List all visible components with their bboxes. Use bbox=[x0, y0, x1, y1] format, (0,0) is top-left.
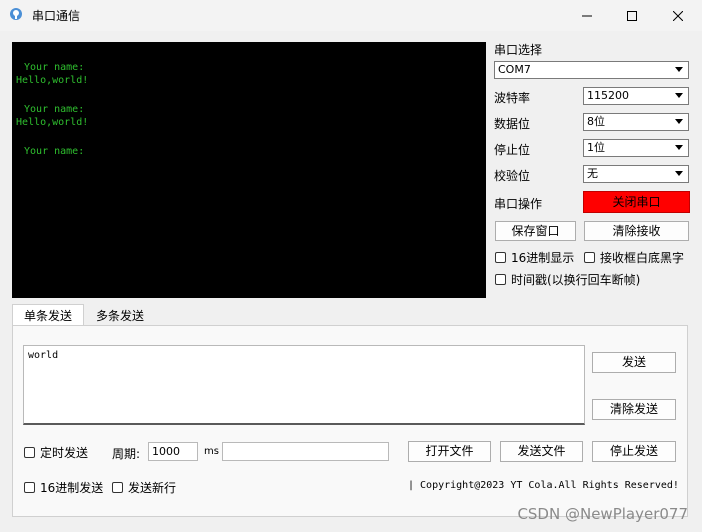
tab-single-send[interactable]: 单条发送 bbox=[12, 304, 84, 326]
send-textarea[interactable]: world bbox=[23, 345, 585, 425]
parity-label: 校验位 bbox=[494, 169, 531, 183]
period-input[interactable]: 1000 bbox=[148, 442, 198, 461]
databits-select[interactable]: 8位 bbox=[583, 113, 689, 131]
save-window-button[interactable]: 保存窗口 bbox=[495, 221, 576, 241]
clear-receive-button[interactable]: 清除接收 bbox=[584, 221, 689, 241]
app-icon bbox=[10, 8, 22, 20]
checkbox-box[interactable] bbox=[24, 447, 35, 458]
file-path-input[interactable] bbox=[222, 442, 389, 461]
terminal-line: Your name: bbox=[18, 62, 85, 73]
white-bg-label: 接收框白底黑字 bbox=[600, 251, 685, 265]
checkbox-box[interactable] bbox=[495, 274, 506, 285]
stop-send-button[interactable]: 停止发送 bbox=[592, 441, 676, 462]
parity-select-value: 无 bbox=[587, 167, 598, 180]
checkbox-box[interactable] bbox=[24, 482, 35, 493]
minimize-icon bbox=[582, 15, 592, 16]
chevron-down-icon bbox=[675, 93, 683, 98]
hex-display-label: 16进制显示 bbox=[511, 251, 575, 265]
databits-label: 数据位 bbox=[494, 117, 531, 131]
timed-send-label: 定时发送 bbox=[40, 446, 89, 460]
timestamp-checkbox[interactable]: 时间戳(以换行回车断帧) bbox=[495, 271, 640, 288]
hex-send-checkbox[interactable]: 16进制发送 bbox=[24, 479, 103, 496]
port-operation-label: 串口操作 bbox=[494, 197, 543, 211]
timestamp-label: 时间戳(以换行回车断帧) bbox=[511, 273, 641, 287]
baud-select[interactable]: 115200 bbox=[583, 87, 689, 105]
hex-display-checkbox[interactable]: 16进制显示 bbox=[495, 249, 574, 266]
send-file-button[interactable]: 发送文件 bbox=[500, 441, 583, 462]
send-newline-checkbox[interactable]: 发送新行 bbox=[112, 479, 176, 496]
chevron-down-icon bbox=[675, 67, 683, 72]
minimize-button[interactable] bbox=[564, 0, 610, 31]
checkbox-box[interactable] bbox=[495, 252, 506, 263]
close-icon bbox=[673, 10, 683, 21]
title-bar: 串口通信 bbox=[0, 0, 702, 31]
port-select-label: 串口选择 bbox=[494, 43, 543, 57]
hex-send-label: 16进制发送 bbox=[40, 481, 104, 495]
checkbox-box[interactable] bbox=[584, 252, 595, 263]
parity-select[interactable]: 无 bbox=[583, 165, 689, 183]
window-title: 串口通信 bbox=[32, 9, 81, 23]
send-text: world bbox=[28, 350, 59, 361]
period-unit: ms bbox=[204, 446, 219, 457]
period-label: 周期: bbox=[112, 447, 141, 461]
send-button[interactable]: 发送 bbox=[592, 352, 676, 373]
tab-multi-send[interactable]: 多条发送 bbox=[86, 305, 154, 327]
watermark: CSDN @NewPlayer077 bbox=[517, 505, 688, 523]
send-newline-label: 发送新行 bbox=[128, 481, 177, 495]
stopbits-label: 停止位 bbox=[494, 143, 531, 157]
timed-send-checkbox[interactable]: 定时发送 bbox=[24, 444, 88, 461]
chevron-down-icon bbox=[675, 171, 683, 176]
clear-send-button[interactable]: 清除发送 bbox=[592, 399, 676, 420]
stopbits-select[interactable]: 1位 bbox=[583, 139, 689, 157]
close-window-button[interactable] bbox=[655, 0, 701, 31]
port-select-value: COM7 bbox=[498, 63, 531, 76]
terminal-line: Hello,world! bbox=[16, 75, 89, 86]
databits-select-value: 8位 bbox=[587, 115, 605, 128]
stopbits-select-value: 1位 bbox=[587, 141, 605, 154]
open-file-button[interactable]: 打开文件 bbox=[408, 441, 491, 462]
white-bg-checkbox[interactable]: 接收框白底黑字 bbox=[584, 249, 684, 266]
copyright-text: | Copyright@2023 YT Cola.All Rights Rese… bbox=[408, 480, 679, 491]
checkbox-box[interactable] bbox=[112, 482, 123, 493]
maximize-button[interactable] bbox=[609, 0, 655, 31]
baud-label: 波特率 bbox=[494, 91, 531, 105]
close-port-button[interactable]: 关闭串口 bbox=[583, 191, 690, 213]
chevron-down-icon bbox=[675, 145, 683, 150]
terminal-line: Hello,world! bbox=[16, 117, 89, 128]
maximize-icon bbox=[627, 10, 637, 21]
receive-terminal[interactable]: Your name: Hello,world! Your name: Hello… bbox=[12, 42, 486, 298]
terminal-line: Your name: bbox=[18, 104, 85, 115]
chevron-down-icon bbox=[675, 119, 683, 124]
port-select[interactable]: COM7 bbox=[494, 61, 689, 79]
baud-select-value: 115200 bbox=[587, 89, 629, 102]
terminal-line: Your name: bbox=[18, 146, 85, 157]
